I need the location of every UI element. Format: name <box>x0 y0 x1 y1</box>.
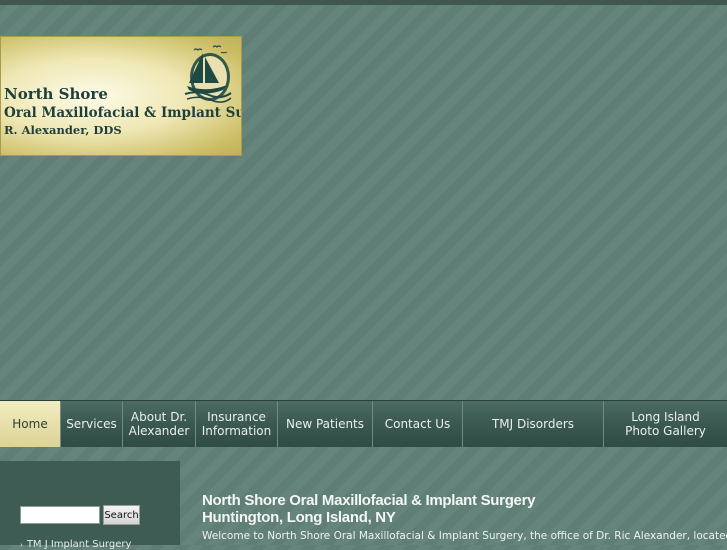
nav-contact-label: Contact Us <box>384 417 451 431</box>
arrow-right-icon: › <box>20 541 23 549</box>
logo-subtitle: Oral Maxillofacial & Implant Surgery <box>4 105 241 121</box>
nav-photo-gallery-label: Long Island Photo Gallery <box>625 410 706 438</box>
nav-home-label: Home <box>12 417 48 431</box>
site-logo[interactable]: North Shore Oral Maxillofacial & Implant… <box>0 36 242 156</box>
nav-tmj[interactable]: TMJ Disorders <box>463 401 604 447</box>
nav-services[interactable]: Services <box>61 401 123 447</box>
sidebar <box>0 461 180 545</box>
heading-line-2: Huntington, Long Island, NY <box>202 509 396 526</box>
nav-contact[interactable]: Contact Us <box>373 401 463 447</box>
search-input[interactable] <box>20 506 100 524</box>
nav-insurance[interactable]: Insurance Information <box>196 401 278 447</box>
nav-tmj-label: TMJ Disorders <box>491 417 575 431</box>
nav-services-label: Services <box>66 417 117 431</box>
sailboat-icon <box>184 45 232 103</box>
nav-photo-gallery[interactable]: Long Island Photo Gallery <box>604 401 727 447</box>
welcome-text: Welcome to North Shore Oral Maxillofacia… <box>202 530 727 542</box>
logo-title: North Shore <box>4 85 108 103</box>
search-button[interactable]: Search <box>103 505 140 525</box>
nav-about[interactable]: About Dr. Alexander <box>123 401 196 447</box>
nav-about-label: About Dr. Alexander <box>128 410 190 438</box>
heading-line-1: North Shore Oral Maxillofacial & Implant… <box>202 492 536 509</box>
nav-insurance-label: Insurance Information <box>201 410 272 438</box>
top-strip <box>0 0 727 5</box>
logo-doctor: R. Alexander, DDS <box>4 123 122 137</box>
nav-new-patients[interactable]: New Patients <box>278 401 373 447</box>
main-nav: Home Services About Dr. Alexander Insura… <box>0 400 727 447</box>
nav-home[interactable]: Home <box>0 401 61 447</box>
page-heading: North Shore Oral Maxillofacial & Implant… <box>202 492 535 526</box>
nav-new-patients-label: New Patients <box>285 417 365 431</box>
